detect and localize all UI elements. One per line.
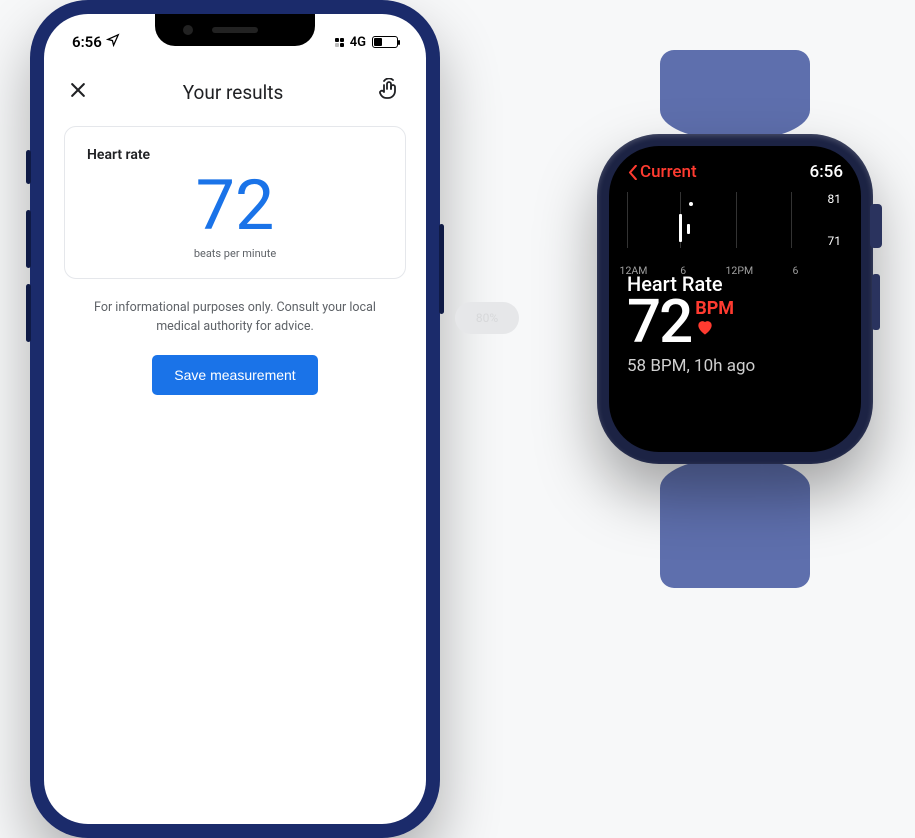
cellular-signal-icon [335,38,344,47]
disclaimer-text: For informational purposes only. Consult… [44,295,426,355]
phone-power-button [439,224,444,314]
network-type: 4G [350,35,366,50]
chart-data-bar [679,214,682,242]
chart-y-min: 71 [828,234,842,248]
heart-rate-value: 72 [87,171,383,241]
watch-band-bottom [660,458,810,588]
save-measurement-button[interactable]: Save measurement [152,355,317,395]
heart-rate-chart[interactable]: 81 71 12AM 6 12PM 6 [627,188,843,264]
heart-rate-reading: 72 BPM [627,292,843,352]
digital-crown [870,204,882,248]
heart-rate-unit: beats per minute [87,247,383,260]
phone-screen: 6:56 4G Your results [44,14,426,824]
battery-icon [372,36,398,48]
phone-volume-down [26,284,31,342]
heart-rate-card: Heart rate 72 beats per minute [64,126,406,279]
phone-notch [155,14,315,46]
watch-heart-rate-value: 72 [627,292,691,352]
apple-watch-device: Current 6:56 81 71 12AM 6 12PM 6 [590,50,880,590]
watch-subtitle: 58 BPM, 10h ago [627,356,843,376]
watch-band-top [660,50,810,140]
location-icon [106,33,120,51]
back-button[interactable]: Current [627,162,697,182]
status-time: 6:56 [72,33,102,51]
front-camera [183,25,193,35]
watch-screen: Current 6:56 81 71 12AM 6 12PM 6 [609,146,861,452]
watch-time: 6:56 [810,162,843,182]
phone-silent-switch [26,150,31,184]
iphone-device-frame: 6:56 4G Your results [30,0,440,838]
app-header: Your results [44,58,426,118]
heart-icon [695,317,734,340]
page-title: Your results [183,81,284,104]
chart-data-bar [687,224,690,234]
chart-data-point [689,202,693,206]
chart-y-max: 81 [828,192,842,206]
speaker-grille [212,27,258,33]
watch-case: Current 6:56 81 71 12AM 6 12PM 6 [597,134,873,464]
close-icon[interactable] [68,80,88,104]
card-label: Heart rate [87,147,383,163]
phone-volume-up [26,210,31,268]
bpm-label: BPM [695,298,734,319]
back-label: Current [640,162,697,182]
hand-tap-icon[interactable] [378,78,402,106]
chart-gridlines [627,192,843,248]
watch-status-bar: Current 6:56 [627,162,843,182]
watch-side-button [872,274,880,330]
progress-pill: 80% [455,302,519,334]
